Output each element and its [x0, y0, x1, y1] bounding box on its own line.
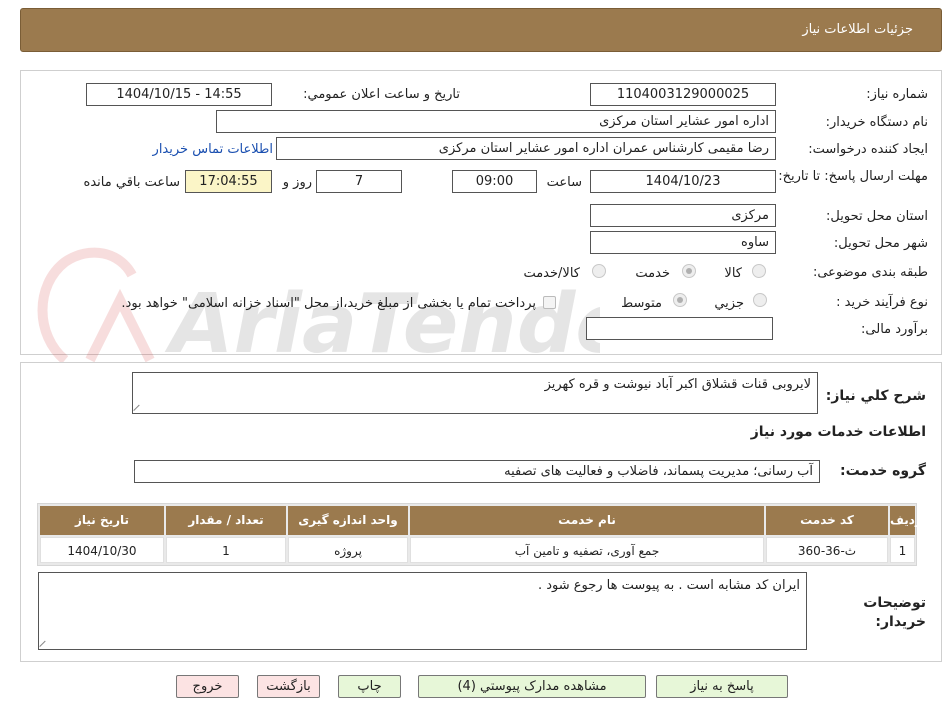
process-minor-radio[interactable]	[753, 293, 767, 307]
buyer-label: نام دستگاه خريدار:	[825, 115, 928, 130]
province-label: استان محل تحويل:	[826, 209, 928, 224]
back-button[interactable]: بازگشت	[257, 675, 320, 698]
announce-label: تاریخ و ساعت اعلان عمومي:	[303, 87, 460, 102]
deadline-time-label: ساعت	[546, 175, 582, 190]
category-both-radio[interactable]	[592, 264, 606, 278]
reply-button[interactable]: پاسخ به نياز	[656, 675, 788, 698]
table-header-service-name: نام خدمت	[410, 506, 764, 535]
table-header-row-number: رديف	[890, 506, 922, 535]
treasury-payment-note: پرداخت تمام يا بخشی از مبلغ خريد،از محل …	[121, 296, 536, 311]
remaining-label: ساعت باقي مانده	[83, 175, 180, 190]
requester-label: ايجاد كننده درخواست:	[808, 142, 928, 157]
service-group-field: آب رسانی؛ مدیریت پسماند، فاضلاب و فعالیت…	[134, 460, 820, 483]
table-cell-unit: پروژه	[288, 537, 408, 563]
table-cell-service-code: ث-36-360	[766, 537, 888, 563]
process-minor-label: جزيي	[714, 296, 744, 311]
table-header-need-date: تاريخ نياز	[40, 506, 164, 535]
table-cell-row-number: 1	[890, 537, 915, 563]
estimate-field	[586, 317, 773, 340]
process-medium-label: متوسط	[621, 296, 662, 311]
need-number-label: شماره نیاز:	[866, 87, 928, 102]
page-header: جزئیات اطلاعات نیاز	[20, 8, 942, 52]
city-label: شهر محل تحويل:	[833, 236, 928, 251]
process-medium-radio[interactable]	[673, 293, 687, 307]
days-label: روز و	[282, 175, 312, 190]
days-field: 7	[316, 170, 402, 193]
need-number-field: 1104003129000025	[590, 83, 776, 106]
buyer-notes-textarea[interactable]: ایران کد مشابه است . به پیوست ها رجوع شو…	[38, 572, 807, 650]
requester-field: رضا مقیمی کارشناس عمران اداره امور عشایر…	[276, 137, 776, 160]
buyer-notes-label: توضيحات خريدار:	[863, 595, 926, 630]
summary-label: شرح کلي نياز:	[825, 388, 926, 404]
table-header-service-code: کد خدمت	[766, 506, 888, 535]
deadline-date-field: 1404/10/23	[590, 170, 776, 193]
page-title: جزئیات اطلاعات نیاز	[802, 22, 913, 37]
remaining-timer: 17:04:55	[185, 170, 272, 193]
table-cell-service-name: جمع آوری، تصفیه و تامین آب	[410, 537, 764, 563]
service-group-label: گروه خدمت:	[840, 463, 926, 479]
category-goods-radio[interactable]	[752, 264, 766, 278]
announce-field: 1404/10/15 - 14:55	[86, 83, 272, 106]
category-label: طبقه بندی موضوعی:	[812, 265, 928, 280]
province-field: مرکزی	[590, 204, 776, 227]
category-service-label: خدمت	[635, 266, 670, 281]
exit-button[interactable]: خروج	[176, 675, 239, 698]
table-cell-need-date: 1404/10/30	[40, 537, 164, 563]
summary-textarea[interactable]: لایروبی قنات قشلاق اکبر آباد نیوشت و قره…	[132, 372, 818, 414]
table-header-quantity: تعداد / مقدار	[166, 506, 286, 535]
summary-resize-grip[interactable]	[134, 403, 142, 411]
notes-resize-grip[interactable]	[40, 639, 48, 647]
category-both-label: كالا/خدمت	[523, 266, 580, 281]
buyer-contact-link[interactable]: اطلاعات تماس خريدار	[153, 142, 273, 157]
attachments-button[interactable]: مشاهده مدارک پيوستي (4)	[418, 675, 646, 698]
treasury-payment-checkbox[interactable]	[543, 296, 556, 309]
table-header-unit: واحد اندازه گيری	[288, 506, 408, 535]
process-label: نوع فرآيند خريد :	[836, 295, 928, 310]
deadline-time-field: 09:00	[452, 170, 537, 193]
table-cell-quantity: 1	[166, 537, 286, 563]
print-button[interactable]: چاپ	[338, 675, 401, 698]
deadline-label: مهلت ارسال پاسخ: تا تاریخ:	[778, 169, 928, 184]
city-field: ساوه	[590, 231, 776, 254]
estimate-label: برآورد مالی:	[861, 322, 928, 337]
services-section-title: اطلاعات خدمات مورد نياز	[750, 424, 926, 440]
buyer-field: اداره امور عشایر استان مرکزی	[216, 110, 776, 133]
category-goods-label: كالا	[724, 266, 742, 281]
category-service-radio[interactable]	[682, 264, 696, 278]
